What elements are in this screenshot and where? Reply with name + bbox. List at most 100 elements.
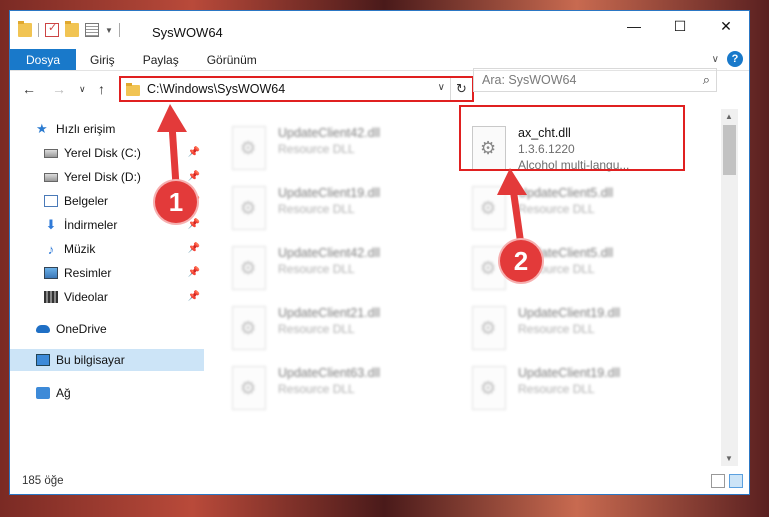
drive-icon xyxy=(44,172,58,182)
window-controls: — ☐ ✕ xyxy=(611,11,749,41)
nav-item-local-disk-c[interactable]: Yerel Disk (C:) 📌 xyxy=(10,142,204,164)
gear-icon: ⚙ xyxy=(480,378,497,398)
network-icon xyxy=(36,387,50,399)
vertical-scrollbar[interactable]: ▲ ▼ xyxy=(721,109,738,466)
properties-icon[interactable] xyxy=(45,21,59,37)
file-description: Resource DLL xyxy=(518,202,595,216)
file-description: Resource DLL xyxy=(278,262,355,276)
address-path[interactable]: C:\Windows\SysWOW64 xyxy=(147,82,285,96)
refresh-icon[interactable]: ↻ xyxy=(450,78,472,100)
gear-icon: ⚙ xyxy=(480,258,497,278)
quick-access-toolbar: ▼ xyxy=(18,21,120,37)
pin-icon: 📌 xyxy=(187,243,200,254)
file-name: UpdateClient42.dll xyxy=(278,126,381,140)
dll-file-icon: ⚙ xyxy=(472,186,506,230)
music-icon: ♪ xyxy=(47,241,55,257)
star-icon: ★ xyxy=(36,121,48,136)
pin-icon: 📌 xyxy=(187,267,200,278)
list-item[interactable]: ⚙ UpdateClient42.dll Resource DLL xyxy=(232,122,452,182)
tab-file[interactable]: Dosya xyxy=(10,49,77,70)
item-count: 185 öğe xyxy=(22,475,64,487)
view-options-icon[interactable] xyxy=(85,23,99,37)
scroll-up-icon[interactable]: ▲ xyxy=(725,112,733,121)
chevron-down-icon[interactable]: ∨ xyxy=(438,82,445,93)
pin-icon: 📌 xyxy=(187,171,200,182)
nav-item-videos[interactable]: Videolar 📌 xyxy=(10,286,204,308)
recent-locations-chevron-icon[interactable]: ∨ xyxy=(79,84,86,95)
list-item[interactable]: ⚙ UpdateClient63.dll Resource DLL xyxy=(232,362,452,422)
nav-item-label: OneDrive xyxy=(56,322,107,336)
new-folder-icon[interactable] xyxy=(65,21,79,37)
nav-item-network[interactable]: Ağ xyxy=(10,382,204,404)
chevron-down-icon[interactable]: ∨ xyxy=(712,54,719,65)
search-input[interactable]: Ara: SysWOW64 ⌕ xyxy=(473,68,717,92)
view-buttons xyxy=(711,474,743,488)
gear-icon: ⚙ xyxy=(240,378,257,398)
nav-item-music[interactable]: ♪ Müzik 📌 xyxy=(10,238,204,260)
tiles-view-icon[interactable] xyxy=(729,474,743,488)
details-view-icon[interactable] xyxy=(711,474,725,488)
tab-home[interactable]: Giriş xyxy=(76,49,129,70)
scrollbar-thumb[interactable] xyxy=(723,125,736,175)
file-name: UpdateClient19.dll xyxy=(518,306,621,320)
downloads-icon: ⬇ xyxy=(45,217,57,232)
nav-item-label: Bu bilgisayar xyxy=(56,353,125,367)
target-file-highlight xyxy=(459,105,685,171)
gear-icon: ⚙ xyxy=(480,198,497,218)
folder-icon[interactable] xyxy=(18,21,32,37)
file-description: Resource DLL xyxy=(518,322,595,336)
list-item[interactable]: ⚙ UpdateClient21.dll Resource DLL xyxy=(232,302,452,362)
pin-icon: 📌 xyxy=(187,147,200,158)
dll-file-icon: ⚙ xyxy=(232,126,266,170)
list-item[interactable]: ⚙ UpdateClient19.dll Resource DLL xyxy=(232,182,452,242)
ribbon-right: ∨ ? xyxy=(712,51,743,67)
back-arrow-icon[interactable]: ← xyxy=(22,81,36,97)
dll-file-icon: ⚙ xyxy=(232,186,266,230)
list-item[interactable]: ⚙ UpdateClient19.dll Resource DLL xyxy=(472,362,692,422)
file-name: UpdateClient19.dll xyxy=(518,366,621,380)
search-placeholder: Ara: SysWOW64 xyxy=(482,73,577,87)
maximize-button[interactable]: ☐ xyxy=(657,11,703,41)
close-button[interactable]: ✕ xyxy=(703,11,749,41)
pin-icon: 📌 xyxy=(187,291,200,302)
cloud-icon xyxy=(36,325,50,333)
up-arrow-icon[interactable]: ↑ xyxy=(98,81,105,97)
drive-icon xyxy=(44,148,58,158)
search-icon[interactable]: ⌕ xyxy=(703,72,710,88)
forward-arrow-icon[interactable]: → xyxy=(52,81,66,97)
address-bar[interactable]: C:\Windows\SysWOW64 ∨ ↻ xyxy=(119,76,474,102)
status-bar: 185 öğe xyxy=(10,468,751,494)
divider xyxy=(118,23,120,37)
scroll-down-icon[interactable]: ▼ xyxy=(725,454,733,463)
nav-item-label: Resimler xyxy=(64,266,112,280)
gear-icon: ⚙ xyxy=(240,318,257,338)
documents-icon xyxy=(44,195,58,207)
list-item[interactable]: ⚙ UpdateClient19.dll Resource DLL xyxy=(472,302,692,362)
nav-item-pictures[interactable]: Resimler 📌 xyxy=(10,262,204,284)
window-title: SysWOW64 xyxy=(152,25,223,40)
tab-view[interactable]: Görünüm xyxy=(193,49,271,70)
file-name: UpdateClient63.dll xyxy=(278,366,381,380)
file-name: UpdateClient19.dll xyxy=(278,186,381,200)
nav-item-label: Belgeler xyxy=(64,194,109,208)
file-name: UpdateClient42.dll xyxy=(278,246,381,260)
gear-icon: ⚙ xyxy=(240,198,257,218)
chevron-down-icon[interactable]: ▼ xyxy=(105,26,113,35)
nav-item-this-pc[interactable]: Bu bilgisayar xyxy=(10,349,204,371)
nav-item-label: İndirmeler xyxy=(64,218,118,232)
nav-item-label: Hızlı erişim xyxy=(56,122,116,136)
dll-file-icon: ⚙ xyxy=(232,366,266,410)
nav-item-onedrive[interactable]: OneDrive xyxy=(10,318,204,340)
file-name: UpdateClient5.dll xyxy=(518,186,614,200)
file-description: Resource DLL xyxy=(518,382,595,396)
help-icon[interactable]: ? xyxy=(727,51,743,67)
list-item[interactable]: ⚙ UpdateClient5.dll Resource DLL xyxy=(472,182,692,242)
tab-share[interactable]: Paylaş xyxy=(129,49,193,70)
nav-item-label: Müzik xyxy=(64,242,96,256)
nav-quick-access[interactable]: ★ Hızlı erişim xyxy=(10,118,204,140)
navigation-pane: ★ Hızlı erişim Yerel Disk (C:) 📌 Yerel D… xyxy=(10,109,206,469)
nav-item-label: Yerel Disk (D:) xyxy=(64,170,141,184)
pin-icon: 📌 xyxy=(187,219,200,230)
list-item[interactable]: ⚙ UpdateClient42.dll Resource DLL xyxy=(232,242,452,302)
minimize-button[interactable]: — xyxy=(611,11,657,41)
